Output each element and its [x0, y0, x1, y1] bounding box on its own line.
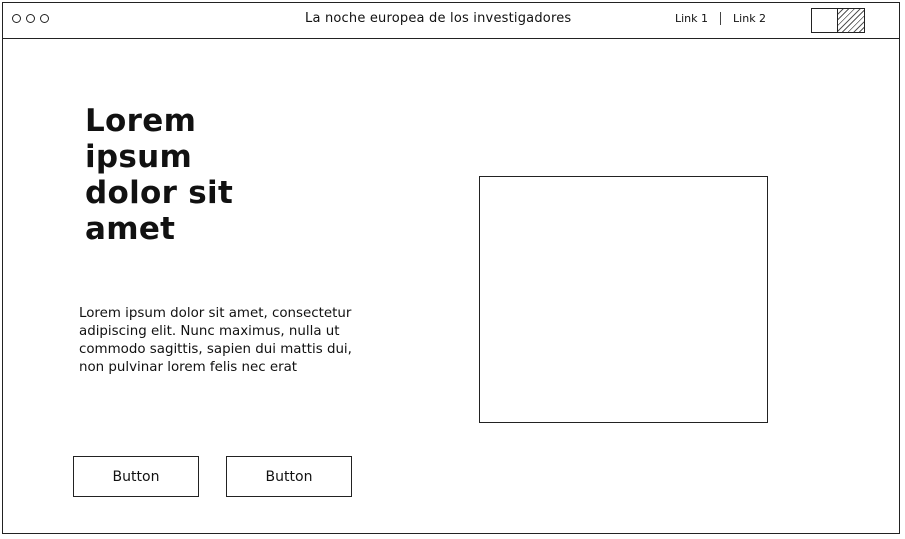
- window-control-dots: [12, 14, 49, 23]
- title-bar: La noche europea de los investigadores L…: [3, 3, 899, 39]
- minimize-dot-icon[interactable]: [26, 14, 35, 23]
- hero-paragraph: Lorem ipsum dolor sit amet, consectetur …: [79, 306, 352, 375]
- nav-link-1[interactable]: Link 1: [675, 12, 708, 25]
- window-control-hatched-icon[interactable]: [838, 9, 864, 32]
- image-placeholder: [479, 176, 768, 423]
- nav-link-2[interactable]: Link 2: [733, 12, 766, 25]
- window-controls[interactable]: [811, 8, 865, 33]
- top-nav: Link 1 Link 2: [675, 12, 766, 25]
- window-title: La noche europea de los investigadores: [305, 11, 572, 26]
- maximize-dot-icon[interactable]: [40, 14, 49, 23]
- close-dot-icon[interactable]: [12, 14, 21, 23]
- primary-button[interactable]: Button: [73, 456, 199, 497]
- secondary-button[interactable]: Button: [226, 456, 352, 497]
- window-control-left-icon[interactable]: [812, 9, 838, 32]
- browser-window: La noche europea de los investigadores L…: [2, 2, 900, 534]
- hero-heading: Lorem ipsum dolor sit amet: [85, 103, 234, 247]
- nav-separator: [720, 12, 722, 25]
